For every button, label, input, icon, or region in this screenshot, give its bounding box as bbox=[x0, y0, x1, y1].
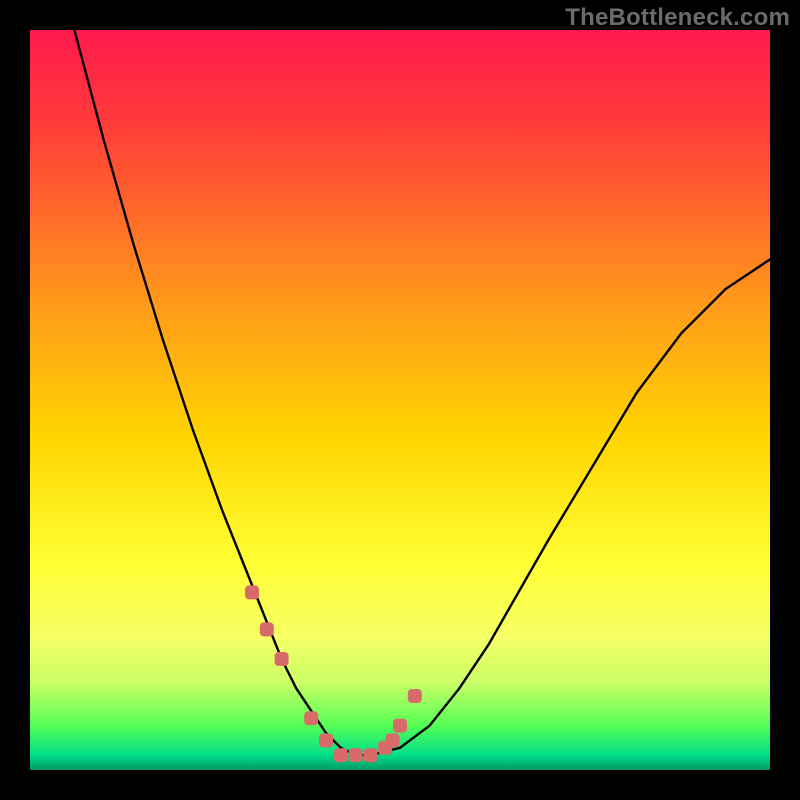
marker-point bbox=[304, 711, 318, 725]
marker-point bbox=[349, 748, 363, 762]
marker-point bbox=[386, 733, 400, 747]
marker-point bbox=[334, 748, 348, 762]
marker-point bbox=[245, 585, 259, 599]
marker-point bbox=[275, 652, 289, 666]
bottleneck-curve bbox=[74, 30, 770, 755]
highlight-markers bbox=[245, 585, 422, 762]
marker-point bbox=[363, 748, 377, 762]
chart-frame: TheBottleneck.com bbox=[0, 0, 800, 800]
plot-area bbox=[30, 30, 770, 770]
marker-point bbox=[408, 689, 422, 703]
marker-point bbox=[393, 719, 407, 733]
watermark-text: TheBottleneck.com bbox=[565, 4, 790, 32]
marker-point bbox=[260, 622, 274, 636]
marker-point bbox=[319, 733, 333, 747]
curve-svg bbox=[30, 30, 770, 770]
